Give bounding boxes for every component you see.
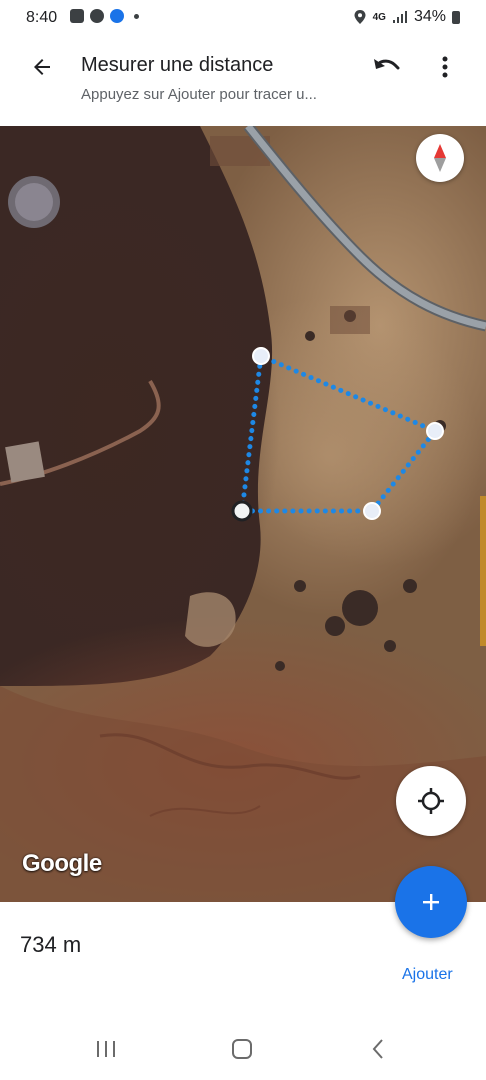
crosshair-icon xyxy=(418,788,444,814)
google-attribution: Google xyxy=(22,850,102,877)
nav-back-button[interactable] xyxy=(358,1034,398,1064)
add-point-button[interactable] xyxy=(395,866,467,938)
my-location-button[interactable] xyxy=(396,766,466,836)
measured-distance: 734 m xyxy=(20,932,82,957)
measure-point[interactable] xyxy=(252,347,270,365)
network-type: 4G xyxy=(372,11,386,23)
more-options-button[interactable] xyxy=(430,50,460,84)
system-nav-bar xyxy=(0,1022,486,1080)
home-button[interactable] xyxy=(222,1034,262,1064)
image-icon xyxy=(70,9,84,23)
app-bar: Mesurer une distance Appuyez sur Ajouter… xyxy=(0,36,486,126)
location-icon xyxy=(354,10,366,24)
satellite-map[interactable]: Google xyxy=(0,126,486,902)
undo-button[interactable] xyxy=(368,52,404,82)
system-icons: 4G 34% xyxy=(353,8,460,26)
measure-start-point[interactable] xyxy=(231,500,253,522)
recents-button[interactable] xyxy=(86,1034,126,1064)
recents-icon xyxy=(97,1041,115,1057)
measure-point[interactable] xyxy=(363,502,381,520)
undo-icon xyxy=(374,59,400,70)
plus-icon xyxy=(423,894,439,910)
notification-icons xyxy=(70,9,139,23)
facebook-icon xyxy=(90,9,104,23)
back-button[interactable] xyxy=(22,50,62,84)
status-time: 8:40 xyxy=(26,9,58,26)
more-notifications-dot-icon xyxy=(134,13,139,19)
page-subtitle: Appuyez sur Ajouter pour tracer u... xyxy=(81,86,317,103)
home-icon xyxy=(232,1039,252,1059)
measure-point[interactable] xyxy=(426,422,444,440)
more-vert-icon xyxy=(442,56,448,78)
compass-button[interactable] xyxy=(416,134,464,182)
messenger-icon xyxy=(110,9,124,23)
battery-icon xyxy=(452,10,460,24)
compass-icon xyxy=(434,144,446,172)
signal-icon xyxy=(392,11,407,23)
add-point-label[interactable]: Ajouter xyxy=(402,966,453,984)
page-title: Mesurer une distance xyxy=(81,54,274,76)
back-icon xyxy=(372,1039,383,1059)
status-bar: 8:40 4G 34% xyxy=(0,0,486,36)
arrow-back-icon xyxy=(34,59,50,75)
battery-percent: 34% xyxy=(413,8,446,25)
